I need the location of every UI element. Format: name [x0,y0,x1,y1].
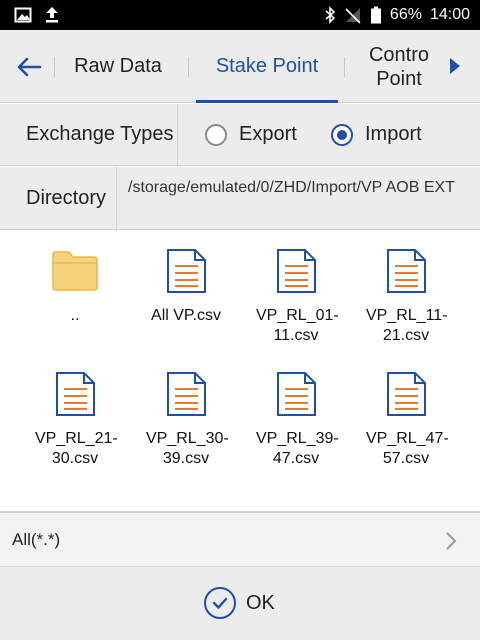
file-item[interactable]: VP_RL_30-39.csv [131,372,241,469]
tab-raw-data[interactable]: Raw Data [56,30,180,103]
app-root: 66% 14:00 Raw Data Stake Point Contro Po… [0,0,480,640]
document-icon [277,249,316,293]
scroll-tabs-right-icon[interactable] [450,58,460,74]
import-radio-circle[interactable] [331,123,353,146]
clock: 14:00 [429,6,470,23]
directory-path: /storage/emulated/0/ZHD/Import/VP AOB EX… [128,179,455,196]
battery-percent: 66% [389,6,422,23]
export-radio-circle[interactable] [205,123,227,146]
directory-row: Directory /storage/emulated/0/ZHD/Import… [0,167,480,230]
file-item[interactable]: VP_RL_39-47.csv [241,372,351,469]
no-signal-icon [345,8,361,24]
file-item[interactable]: VP_RL_47-57.csv [351,372,461,469]
file-name: VP_RL_01-11.csv [256,307,339,344]
upload-icon [46,7,58,23]
chevron-right-icon [446,532,457,550]
file-name: VP_RL_11-21.csv [366,307,448,344]
exchange-types-row: Exchange Types Export Import [0,104,480,166]
folder-icon [52,251,98,291]
image-icon [14,7,32,23]
ok-button-label: OK [246,591,275,614]
file-name: VP_RL_39-47.csv [256,430,339,467]
file-name: VP_RL_21-30.csv [35,430,118,467]
tab-stake-point[interactable]: Stake Point [196,30,338,103]
battery-icon [370,6,381,24]
status-bar: 66% 14:00 [0,0,480,30]
document-icon [167,372,206,416]
file-name: VP_RL_47-57.csv [366,430,449,467]
check-circle-icon [204,587,236,619]
export-radio-label: Export [239,123,297,145]
file-type-filter-label: All(*.*) [12,530,61,549]
document-icon [277,372,316,416]
row-divider [116,167,117,229]
document-icon [167,249,206,293]
ok-button[interactable]: OK [204,587,275,619]
active-tab-indicator [196,100,338,103]
back-arrow-icon[interactable] [14,52,44,82]
tab-divider [54,57,55,77]
directory-label: Directory [26,186,107,209]
import-radio[interactable]: Import [331,123,422,146]
tab-bar: Raw Data Stake Point Contro Point [0,30,480,103]
tab-divider [344,57,345,77]
document-icon [387,372,426,416]
folder-item-parent[interactable]: .. [20,249,130,326]
tab-divider [188,57,189,77]
action-bar: OK [0,567,480,640]
file-item[interactable]: All VP.csv [131,249,241,326]
file-name: .. [70,307,80,324]
file-name: All VP.csv [151,307,221,324]
file-item[interactable]: VP_RL_11-21.csv [351,249,461,346]
document-icon [387,249,426,293]
file-name: VP_RL_30-39.csv [146,430,229,467]
file-item[interactable]: VP_RL_21-30.csv [20,372,130,469]
row-divider [177,104,178,165]
bluetooth-icon [325,6,336,24]
import-radio-label: Import [365,123,422,145]
file-item[interactable]: VP_RL_01-11.csv [241,249,351,346]
file-grid: .. All VP.csv VP_RL_01-11.csv VP_RL_11-2… [0,231,480,511]
exchange-types-label: Exchange Types [26,123,174,145]
export-radio[interactable]: Export [205,123,297,146]
document-icon [56,372,95,416]
file-type-filter[interactable]: All(*.*) [0,511,480,567]
tab-control-point[interactable]: Contro Point [354,30,444,103]
